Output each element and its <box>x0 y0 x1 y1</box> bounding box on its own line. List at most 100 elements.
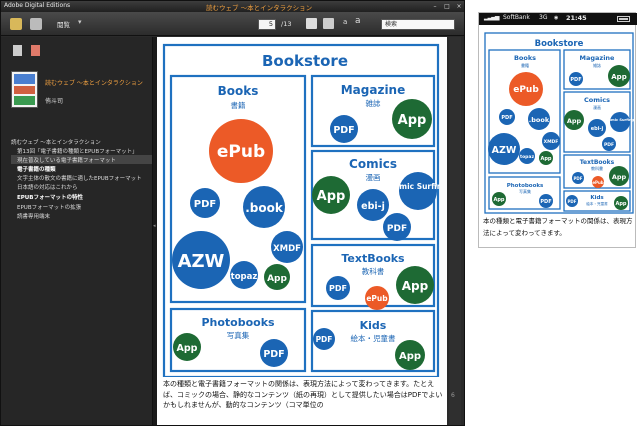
format-bubble: ebi-j <box>588 119 606 137</box>
format-bubble: PDF <box>566 195 578 207</box>
toc-item[interactable]: 日本語の対応はこれから <box>17 183 78 191</box>
toc-item[interactable]: EPUBフォーマットの特性 <box>17 193 83 201</box>
svg-text:PDF: PDF <box>387 224 407 234</box>
format-bubble: PDF <box>313 328 335 350</box>
toc-item[interactable]: 電子書籍の種類 <box>17 165 56 173</box>
format-bubble: ePub <box>365 286 389 310</box>
format-bubble: App <box>173 333 201 361</box>
format-bubble: .book <box>243 186 285 228</box>
sync-icon: ◉ <box>554 15 559 21</box>
svg-text:Magazine: Magazine <box>580 54 616 62</box>
document-area: Bookstore Books 書籍 ePub PDF .book AZW to… <box>157 37 464 425</box>
font-decrease-button[interactable]: a <box>343 18 347 26</box>
svg-text:App: App <box>493 197 504 203</box>
toc-item[interactable]: 現在普及している電子書籍フォーマット <box>17 156 116 164</box>
svg-text:教科書: 教科書 <box>591 165 603 171</box>
format-bubble: ebi-j <box>357 189 389 221</box>
svg-text:Books: Books <box>514 54 536 62</box>
svg-text:App: App <box>612 173 627 181</box>
toc-item[interactable]: EPUBフォーマットの拡張 <box>17 203 81 211</box>
bookmark-icon[interactable] <box>323 18 334 29</box>
svg-text:PDF: PDF <box>194 199 216 210</box>
format-bubble: ePub <box>209 119 273 183</box>
carrier-label: SoftBank <box>503 14 530 21</box>
format-bubble: PDF <box>260 339 288 367</box>
bookmark-list-icon[interactable] <box>31 45 40 56</box>
battery-icon <box>617 16 630 22</box>
svg-text:TextBooks: TextBooks <box>341 252 405 265</box>
search-input[interactable]: 検索 <box>381 19 455 30</box>
vertical-scrollbar[interactable] <box>449 37 461 425</box>
svg-text:Comics: Comics <box>584 96 610 104</box>
svg-text:写真集: 写真集 <box>227 330 250 340</box>
format-bubble: PDF <box>330 115 358 143</box>
svg-text:AZW: AZW <box>492 145 517 156</box>
format-bubble: App <box>614 196 628 210</box>
format-bubble: XMDF <box>542 132 560 150</box>
format-bubble: App <box>395 340 425 370</box>
scroll-indicator-icon[interactable]: 6 <box>451 392 459 402</box>
sidebar: 読むウェブ ～本とインタラクション 侑斗司 読むウェブ ～本とインタラクション … <box>1 37 153 425</box>
svg-text:PDF: PDF <box>570 77 581 83</box>
svg-text:topaz: topaz <box>520 154 535 160</box>
format-bubble: App <box>608 65 630 87</box>
body-paragraph: 本の種類と電子書籍フォーマットの関係は、表現方法によって変わってきます。たとえば… <box>163 380 443 409</box>
toc-item[interactable]: 第13回「電子書籍の種類とEPUBフォーマット」 <box>17 147 138 155</box>
format-bubble: App <box>312 176 350 214</box>
svg-text:XMDF: XMDF <box>544 139 559 145</box>
format-bubble: PDF <box>190 188 220 218</box>
svg-text:絵本・児童書: 絵本・児童書 <box>351 333 396 343</box>
phone-status-bar: ▂▃▄▅ SoftBank 3G ◉ 21:45 <box>479 13 637 25</box>
svg-text:Comic Surfing: Comic Surfing <box>389 182 447 191</box>
toc-item[interactable]: 読むウェブ ～本とインタラクション <box>11 138 101 146</box>
format-bubble: App <box>392 99 432 139</box>
svg-text:Comics: Comics <box>349 157 397 171</box>
app-title: Adobe Digital Editions <box>4 2 71 9</box>
maximize-icon[interactable]: □ <box>443 3 451 10</box>
format-bubble: topaz <box>519 148 535 164</box>
book-cover <box>11 71 38 108</box>
library-icon[interactable] <box>10 18 22 30</box>
view-mode-label[interactable]: 閲覧 <box>57 19 70 29</box>
svg-text:topaz: topaz <box>231 272 258 282</box>
svg-text:雑誌: 雑誌 <box>593 62 601 68</box>
svg-text:App: App <box>267 274 287 284</box>
title-bar: Adobe Digital Editions 読むウェブ ～本とインタラクション… <box>1 1 464 12</box>
format-bubble: PDF <box>569 72 583 86</box>
toc-item[interactable]: 文字主体の散文の書籍に適したEPUBフォーマット <box>17 174 142 182</box>
format-bubble: App <box>564 110 584 130</box>
thumbnail-view-icon[interactable] <box>13 45 22 56</box>
font-increase-button[interactable]: a <box>355 16 361 26</box>
svg-text:PDF: PDF <box>263 349 284 360</box>
toc-item[interactable]: 読書専用端末 <box>17 212 50 220</box>
svg-text:Photobooks: Photobooks <box>201 316 275 329</box>
svg-text:App: App <box>399 351 421 362</box>
svg-text:ebi-j: ebi-j <box>591 126 604 132</box>
network-label: 3G <box>539 14 548 21</box>
print-icon[interactable] <box>306 18 317 29</box>
toolbar: 閲覧 ▾ 5 /13 a a 検索 <box>1 12 464 36</box>
window-book-title: 読むウェブ ～本とインタラクション <box>206 4 313 12</box>
format-bubble: PDF <box>602 137 616 151</box>
bookstore-diagram-mobile: Bookstore Books 書籍 ePub PDF .book AZW to… <box>484 32 635 214</box>
sidebar-book-title: 読むウェブ ～本とインタラクション <box>45 80 143 87</box>
bookstore-diagram: Bookstore Books 書籍 ePub PDF .book AZW to… <box>162 43 447 377</box>
minimize-icon[interactable]: – <box>431 3 439 10</box>
svg-text:App: App <box>567 117 582 125</box>
svg-text:PDF: PDF <box>568 199 577 204</box>
svg-text:ePub: ePub <box>217 142 265 162</box>
svg-text:Magazine: Magazine <box>341 83 406 97</box>
ade-window: Adobe Digital Editions 読むウェブ ～本とインタラクション… <box>0 0 465 426</box>
view-icon[interactable] <box>30 18 42 30</box>
page-number-input[interactable]: 5 <box>258 19 276 30</box>
format-bubble: App <box>609 166 629 186</box>
iphone-preview: ▂▃▄▅ SoftBank 3G ◉ 21:45 Bookstore Books… <box>478 12 637 248</box>
clock: 21:45 <box>566 14 587 22</box>
svg-text:TextBooks: TextBooks <box>580 159 615 166</box>
close-icon[interactable]: × <box>455 3 463 10</box>
format-bubble: PDF <box>383 213 411 241</box>
svg-text:App: App <box>615 201 626 207</box>
chevron-down-icon[interactable]: ▾ <box>78 18 82 26</box>
svg-text:App: App <box>611 73 626 81</box>
svg-text:XMDF: XMDF <box>273 244 301 254</box>
